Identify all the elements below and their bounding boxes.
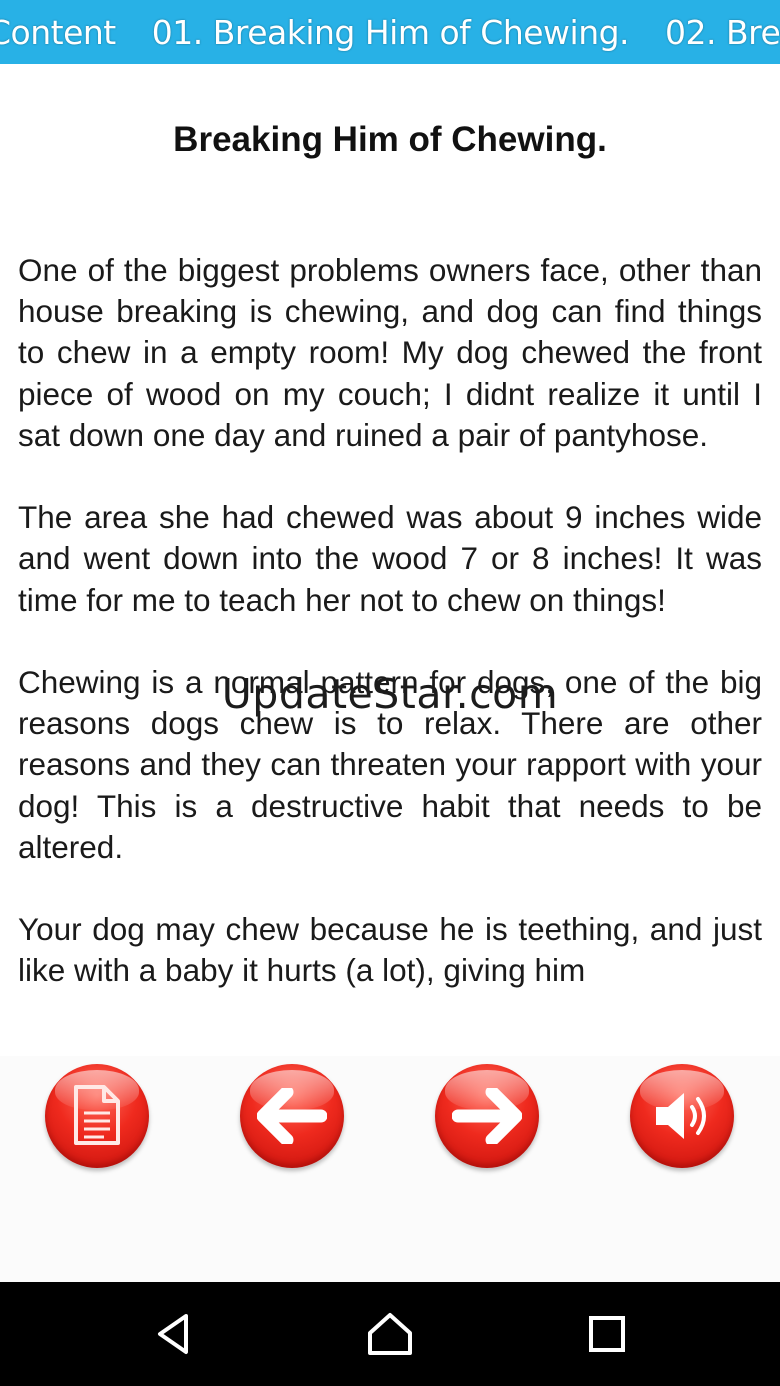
chapter-tab-bar[interactable]: Content 01. Breaking Him of Chewing. 02.…	[0, 0, 780, 64]
nav-home-icon	[368, 1313, 412, 1355]
article-paragraph: Your dog may chew because he is teething…	[18, 911, 762, 989]
tab-content[interactable]: Content	[0, 13, 116, 52]
sound-button[interactable]	[630, 1064, 734, 1168]
nav-home-button[interactable]	[360, 1304, 420, 1364]
system-navigation-bar	[0, 1282, 780, 1386]
article-title: Breaking Him of Chewing.	[173, 120, 607, 159]
nav-recents-icon	[589, 1316, 625, 1352]
watermark: UpdateStar.com	[221, 670, 559, 718]
arrow-left-icon	[257, 1088, 327, 1144]
speaker-icon	[656, 1093, 706, 1139]
article-body[interactable]: One of the biggest problems owners face,…	[18, 250, 762, 1056]
arrow-right-icon	[452, 1088, 522, 1144]
action-button-bar	[0, 1056, 780, 1282]
nav-back-button[interactable]	[144, 1304, 204, 1364]
next-button[interactable]	[435, 1064, 539, 1168]
nav-recents-button[interactable]	[577, 1304, 637, 1364]
article-paragraph: The area she had chewed was about 9 inch…	[18, 499, 762, 618]
previous-button[interactable]	[240, 1064, 344, 1168]
nav-back-icon	[158, 1314, 188, 1354]
tab-chapter-02[interactable]: 02. Brea	[665, 13, 780, 52]
contents-button[interactable]	[45, 1064, 149, 1168]
article-paragraph: One of the biggest problems owners face,…	[18, 252, 762, 453]
tab-chapter-01[interactable]: 01. Breaking Him of Chewing.	[152, 13, 630, 52]
document-icon	[74, 1085, 120, 1145]
